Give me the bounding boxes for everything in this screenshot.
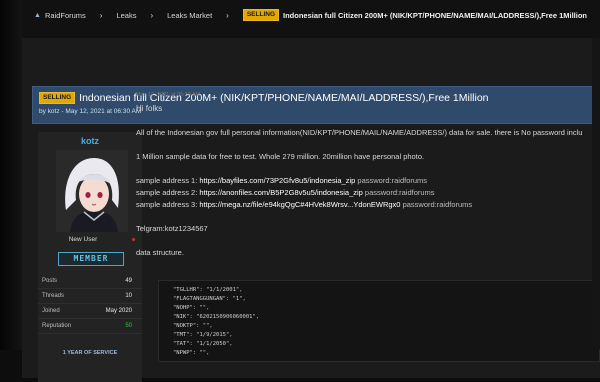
stat-key: Threads [42,293,65,299]
code-line: "NPWP": "", [173,350,210,356]
sample-link[interactable]: https://anonfiles.com/B5P2G8v5u5/indones… [199,188,362,197]
post-structure: data structure. [136,248,184,257]
selling-badge: SELLING [39,92,76,104]
user-rank: New User [68,236,98,243]
home-icon[interactable]: ▲ [34,12,41,19]
post-body: May 12, 2021 at 06:30 AM Hi folks All of… [134,92,600,362]
post-greeting: Hi folks [136,104,163,113]
user-panel: kotz New User MEMBER Posts 49 Threads 10 [38,132,142,382]
stat-row: Threads 10 [38,289,142,304]
thread-meta: by kotz - May 12, 2021 at 06:30 AM [39,108,142,115]
breadcrumb-leaks[interactable]: Leaks [116,11,136,20]
avatar[interactable] [56,150,128,232]
member-badge: MEMBER [58,252,124,266]
stat-key: Posts [42,278,58,284]
breadcrumb-home[interactable]: RaidForums [45,11,86,20]
sample-password: password:raidforums [364,188,435,197]
code-line: "TGLLHR": "1/1/2001", [173,287,243,293]
stat-key: Joined [42,308,60,314]
post-line: 1 Million sample data for free to test. … [136,152,425,161]
stat-value: 50 [125,323,132,329]
breadcrumb-leaks-market[interactable]: Leaks Market [167,11,212,20]
sample-label: sample address 1: [136,176,198,185]
service-award: 1 YEAR OF SERVICE [62,350,118,356]
code-line: "NOHP": "", [173,305,210,311]
sample-label: sample address 3: [136,200,198,209]
sample-link[interactable]: https://bayfiles.com/73P2Gfv8u5/indonesi… [199,176,355,185]
sample-link[interactable]: https://mega.nz/file/e94kgQgC#4HVek8Wrsv… [199,200,400,209]
stat-row: Posts 49 [38,274,142,289]
code-line: "NIK": "6202150906060001", [173,314,260,320]
post-date: May 12, 2021 at 06:30 AM [136,92,201,98]
stat-value: May 2020 [105,308,132,314]
code-line: "NOKTP": "", [173,323,213,329]
sample-password: password:raidforums [402,200,473,209]
code-line: "TMT": "1/9/2015", [173,332,233,338]
sample-label: sample address 2: [136,188,198,197]
sample-line: sample address 2: https://anonfiles.com/… [136,188,435,197]
top-bar: ▲ RaidForums › Leaks › Leaks Market › SE… [22,0,600,38]
user-stats: Posts 49 Threads 10 Joined May 2020 Repu… [38,274,142,334]
stat-value: 10 [125,293,132,299]
breadcrumb: ▲ RaidForums › Leaks › Leaks Market › SE… [34,8,587,22]
code-line: "TAT": "1/1/2050", [173,341,233,347]
left-edge [0,0,22,350]
stat-value: 49 [125,278,132,284]
sample-line: sample address 1: https://bayfiles.com/7… [136,176,427,185]
stat-row: Joined May 2020 [38,304,142,319]
scrollbar[interactable] [592,38,600,350]
stat-row: Reputation 50 [38,319,142,334]
chevron-right-icon: › [99,10,103,20]
post-line: All of the Indonesian gov full personal … [136,128,583,137]
chevron-right-icon: › [226,10,229,20]
post-telegram: Telgram:kotz1234567 [136,224,208,233]
breadcrumb-title: Indonesian full Citizen 200M+ (NIK/KPT/P… [283,10,588,20]
selling-badge: SELLING [242,9,280,21]
sample-line: sample address 3: https://mega.nz/file/e… [136,200,472,209]
chevron-right-icon: › [150,10,154,20]
code-line: "FLAGTANGGUNGAN": "1", [173,296,246,302]
sample-password: password:raidforums [357,176,428,185]
stat-key: Reputation [42,323,72,329]
username[interactable]: kotz [38,136,142,146]
